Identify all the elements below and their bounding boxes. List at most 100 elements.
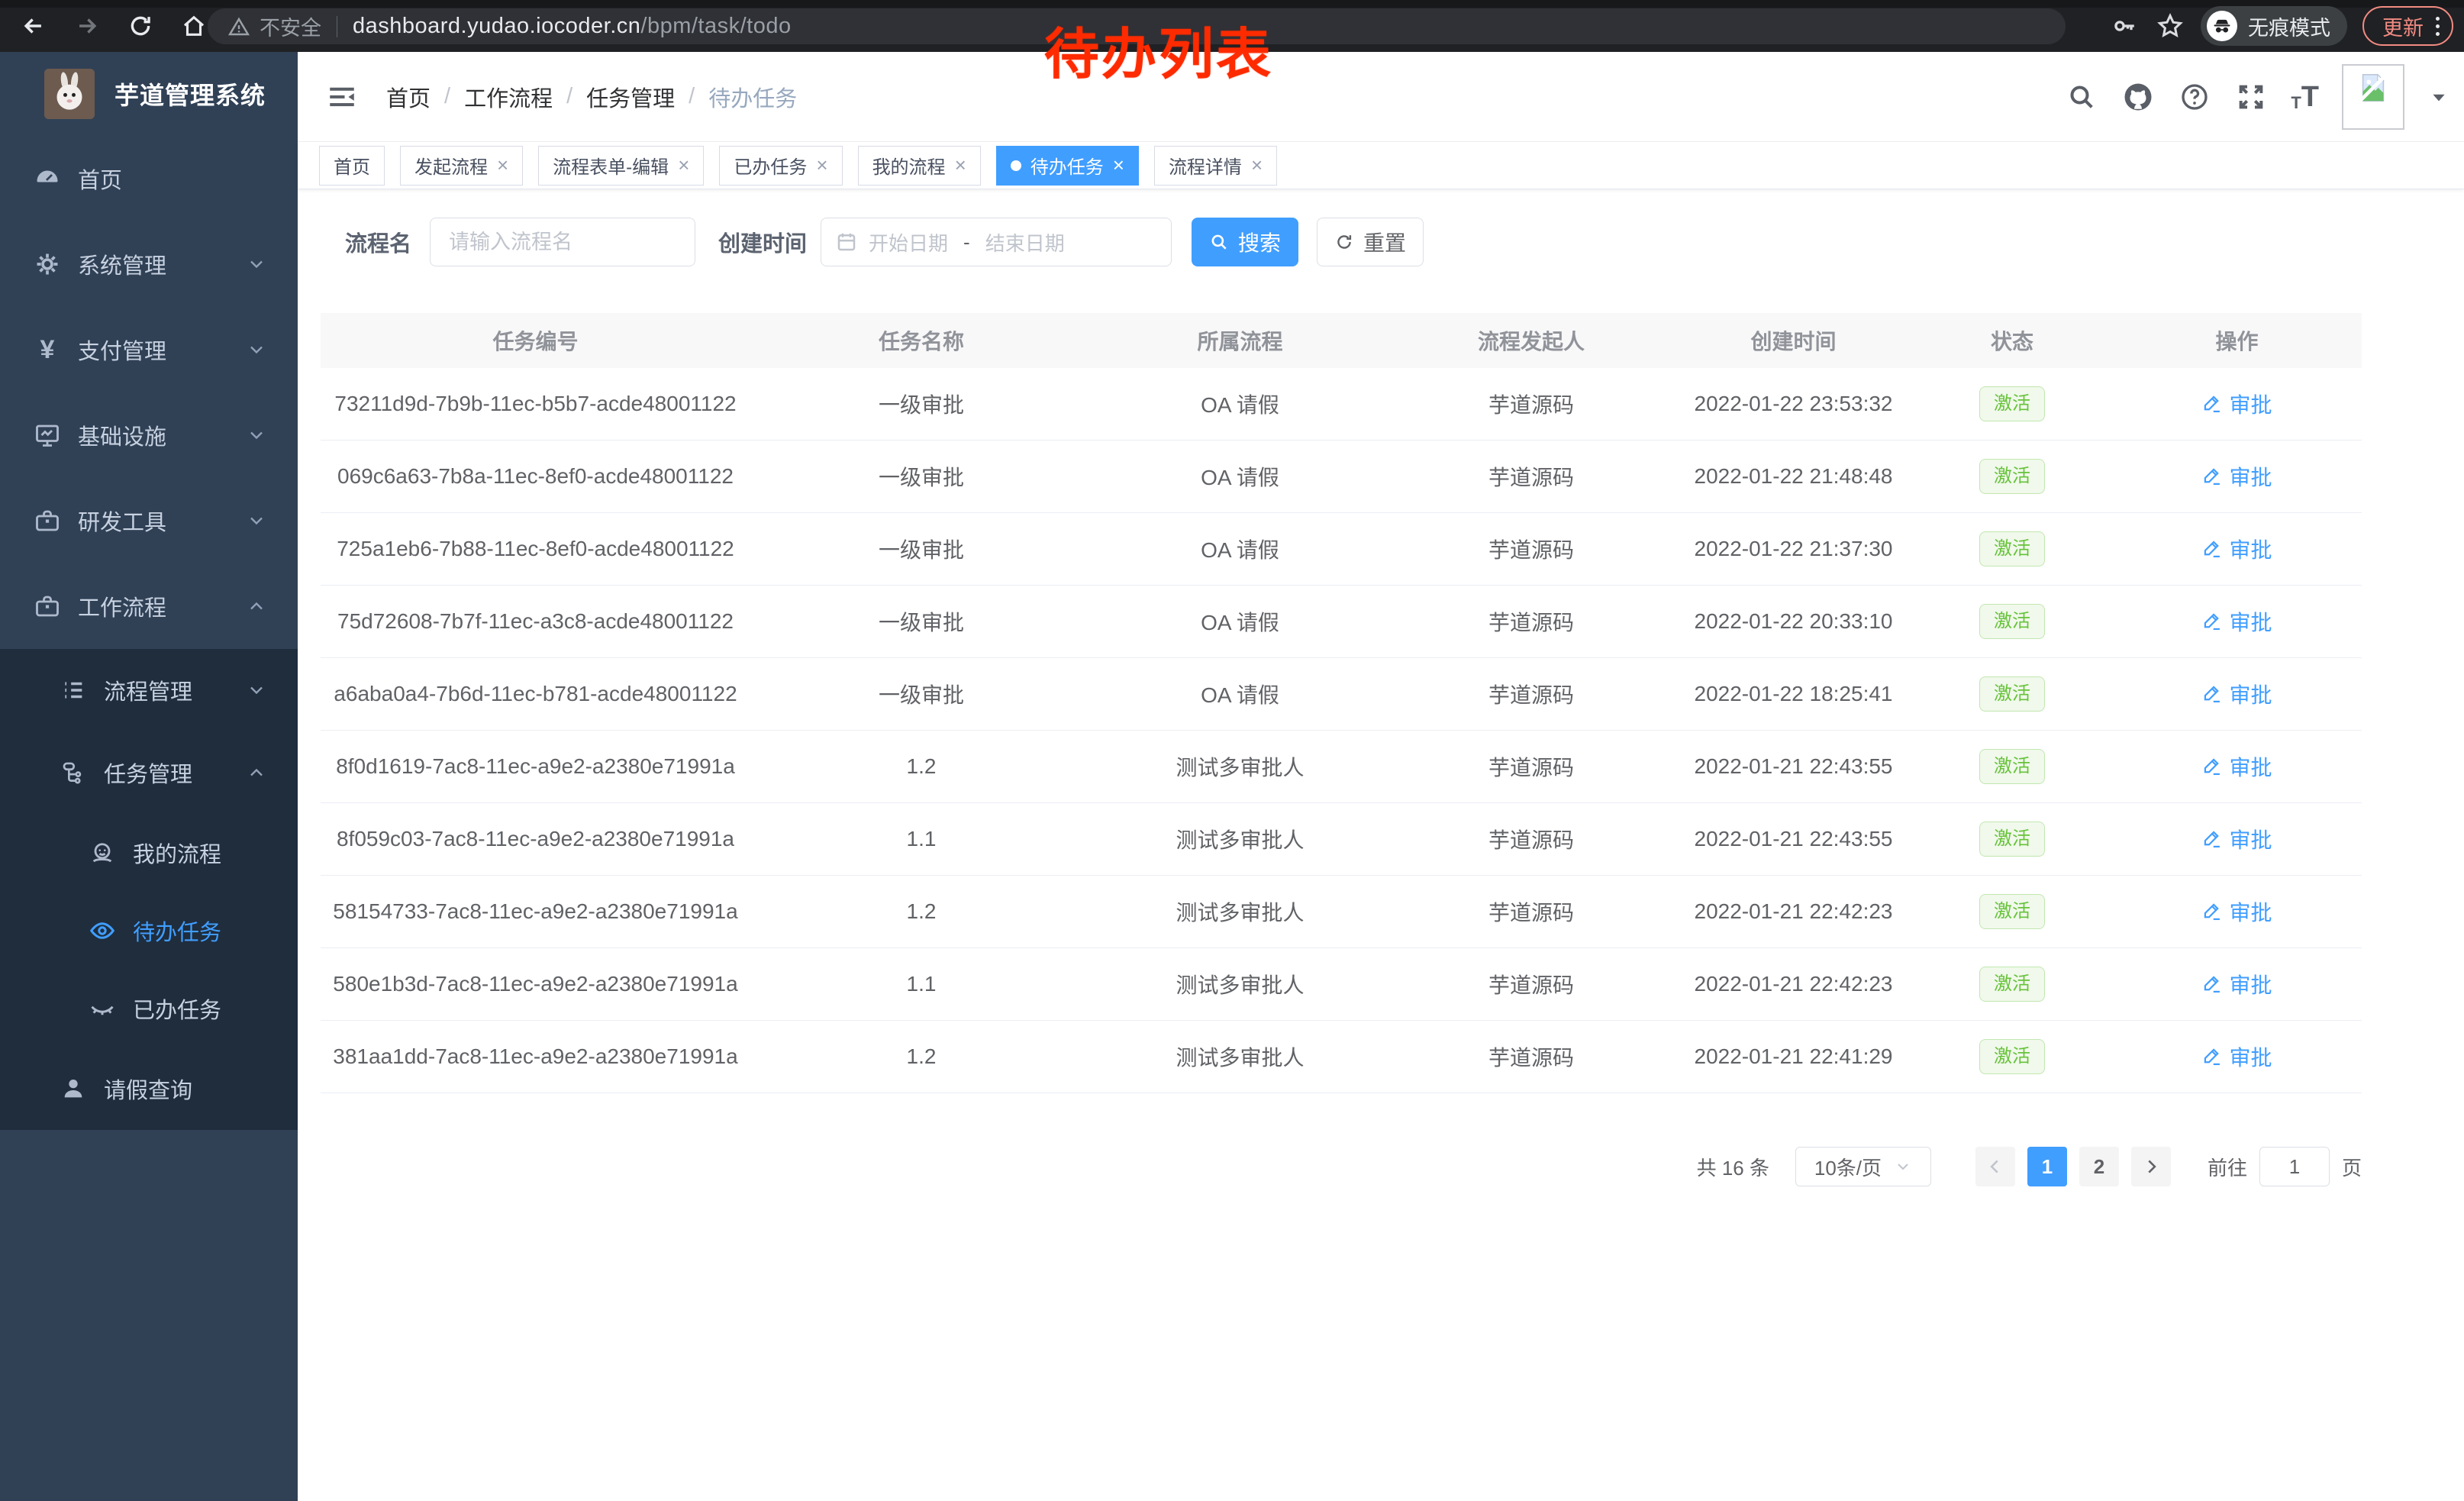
cell-status: 激活 xyxy=(1912,1039,2112,1075)
approve-button[interactable]: 审批 xyxy=(2201,751,2272,782)
sidebar-item-done-task[interactable]: 已办任务 xyxy=(0,970,298,1047)
sidebar-item-leave-query[interactable]: 请假查询 xyxy=(0,1047,298,1130)
page-content: 流程名 创建时间 开始日期 - 结束日期 搜索 重置 任务编号 任务名称 xyxy=(298,218,2464,1186)
cell-created: 2022-01-22 23:53:32 xyxy=(1675,392,1912,416)
avatar[interactable] xyxy=(2342,64,2404,130)
browser-menu-icon[interactable] xyxy=(2436,17,2440,36)
cell-status: 激活 xyxy=(1912,386,2112,422)
approve-button[interactable]: 审批 xyxy=(2201,389,2272,419)
table-row: 580e1b3d-7ac8-11ec-a9e2-a2380e71991a 1.1… xyxy=(321,948,2362,1021)
github-icon[interactable] xyxy=(2121,80,2155,114)
cell-process: OA 请假 xyxy=(1092,534,1388,564)
status-badge: 激活 xyxy=(1979,822,2045,857)
tab-done-task[interactable]: 已办任务× xyxy=(719,146,842,186)
goto-page-input[interactable] xyxy=(2259,1147,2330,1186)
approve-button[interactable]: 审批 xyxy=(2201,606,2272,637)
update-button[interactable]: 更新 xyxy=(2362,6,2453,46)
table-row: 381aa1dd-7ac8-11ec-a9e2-a2380e71991a 1.2… xyxy=(321,1021,2362,1093)
close-icon[interactable]: × xyxy=(497,155,508,175)
cell-created: 2022-01-21 22:43:55 xyxy=(1675,754,1912,779)
page-button-1[interactable]: 1 xyxy=(2027,1147,2067,1186)
search-button[interactable]: 搜索 xyxy=(1192,218,1298,266)
reset-button[interactable]: 重置 xyxy=(1317,218,1424,266)
col-task-name: 任务名称 xyxy=(750,325,1092,356)
prev-page-button[interactable] xyxy=(1975,1147,2015,1186)
tab-todo-task[interactable]: 待办任务× xyxy=(996,146,1139,186)
cell-starter: 芋道源码 xyxy=(1388,896,1675,927)
tab-form-edit[interactable]: 流程表单-编辑× xyxy=(538,146,704,186)
approve-button[interactable]: 审批 xyxy=(2201,461,2272,492)
cell-process: 测试多审批人 xyxy=(1092,896,1388,927)
sidebar-item-process-mgmt[interactable]: 流程管理 xyxy=(0,649,298,731)
browser-home-icon[interactable] xyxy=(177,9,211,43)
cell-actions: 审批 xyxy=(2112,679,2362,710)
cell-actions: 审批 xyxy=(2112,896,2362,928)
sidebar-item-workflow[interactable]: 工作流程 xyxy=(0,563,298,649)
chevron-down-icon xyxy=(246,510,267,531)
process-name-input[interactable] xyxy=(430,218,695,266)
approve-button[interactable]: 审批 xyxy=(2201,534,2272,564)
browser-forward-icon[interactable] xyxy=(70,9,104,43)
incognito-icon xyxy=(2207,11,2237,41)
sidebar-item-label: 研发工具 xyxy=(78,505,166,537)
tab-start-process[interactable]: 发起流程× xyxy=(400,146,523,186)
page-size-select[interactable]: 10条/页 xyxy=(1795,1147,1931,1186)
tab-home[interactable]: 首页 xyxy=(319,146,385,186)
approve-button[interactable]: 审批 xyxy=(2201,969,2272,999)
status-badge: 激活 xyxy=(1979,531,2045,567)
breadcrumb-item-workflow[interactable]: 工作流程 xyxy=(464,81,553,113)
breadcrumb-item-task-mgmt[interactable]: 任务管理 xyxy=(586,81,675,113)
page-button-2[interactable]: 2 xyxy=(2079,1147,2119,1186)
annotation-overlay: 待办列表 xyxy=(1044,9,1273,89)
main-area: 首页 / 工作流程 / 任务管理 / 待办任务 TT xyxy=(298,52,2464,1501)
edit-pencil-icon xyxy=(2201,538,2223,560)
help-icon[interactable] xyxy=(2178,80,2211,114)
close-icon[interactable]: × xyxy=(955,155,966,175)
cell-task-id: 8f059c03-7ac8-11ec-a9e2-a2380e71991a xyxy=(321,827,750,851)
table-row: 58154733-7ac8-11ec-a9e2-a2380e71991a 1.2… xyxy=(321,876,2362,948)
cell-process: 测试多审批人 xyxy=(1092,751,1388,782)
sidebar-item-todo-task[interactable]: 待办任务 xyxy=(0,892,298,970)
sidebar-item-label: 工作流程 xyxy=(78,590,166,622)
cell-task-name: 1.2 xyxy=(750,1044,1092,1069)
sidebar-item-payment[interactable]: ¥ 支付管理 xyxy=(0,307,298,392)
sidebar-item-infra[interactable]: 基础设施 xyxy=(0,392,298,478)
cell-task-id: 58154733-7ac8-11ec-a9e2-a2380e71991a xyxy=(321,899,750,924)
cell-starter: 芋道源码 xyxy=(1388,679,1675,709)
col-actions: 操作 xyxy=(2112,325,2362,356)
avatar-caret-icon[interactable] xyxy=(2429,87,2449,107)
app-logo-row[interactable]: 芋道管理系统 xyxy=(0,52,298,136)
approve-button[interactable]: 审批 xyxy=(2201,1041,2272,1072)
approve-button[interactable]: 审批 xyxy=(2201,824,2272,854)
cell-status: 激活 xyxy=(1912,531,2112,567)
tab-my-process[interactable]: 我的流程× xyxy=(858,146,981,186)
font-size-icon[interactable]: TT xyxy=(2291,82,2319,111)
cell-starter: 芋道源码 xyxy=(1388,534,1675,564)
close-icon[interactable]: × xyxy=(1113,155,1124,175)
key-icon[interactable] xyxy=(2109,11,2140,41)
header-search-icon[interactable] xyxy=(2065,80,2098,114)
approve-button[interactable]: 审批 xyxy=(2201,679,2272,709)
browser-reload-icon[interactable] xyxy=(124,9,157,43)
browser-back-icon[interactable] xyxy=(17,9,50,43)
approve-button[interactable]: 审批 xyxy=(2201,896,2272,927)
sidebar-fold-icon[interactable] xyxy=(324,79,360,115)
next-page-button[interactable] xyxy=(2131,1147,2171,1186)
sidebar-item-system[interactable]: 系统管理 xyxy=(0,221,298,307)
sidebar-item-home[interactable]: 首页 xyxy=(0,136,298,221)
bookmark-star-icon[interactable] xyxy=(2155,11,2185,41)
tab-process-detail[interactable]: 流程详情× xyxy=(1154,146,1277,186)
not-secure-warning-icon xyxy=(227,15,250,38)
close-icon[interactable]: × xyxy=(1251,155,1263,175)
sidebar-item-devtools[interactable]: 研发工具 xyxy=(0,478,298,563)
breadcrumb-item-home[interactable]: 首页 xyxy=(386,81,431,113)
close-icon[interactable]: × xyxy=(816,155,827,175)
cell-task-name: 一级审批 xyxy=(750,534,1092,564)
sidebar-item-task-mgmt[interactable]: 任务管理 xyxy=(0,731,298,814)
task-table: 任务编号 任务名称 所属流程 流程发起人 创建时间 状态 操作 73211d9d… xyxy=(321,313,2362,1093)
cell-actions: 审批 xyxy=(2112,461,2362,492)
fullscreen-icon[interactable] xyxy=(2234,80,2268,114)
close-icon[interactable]: × xyxy=(678,155,689,175)
date-range-picker[interactable]: 开始日期 - 结束日期 xyxy=(821,218,1172,266)
sidebar-item-my-process[interactable]: 我的流程 xyxy=(0,814,298,892)
